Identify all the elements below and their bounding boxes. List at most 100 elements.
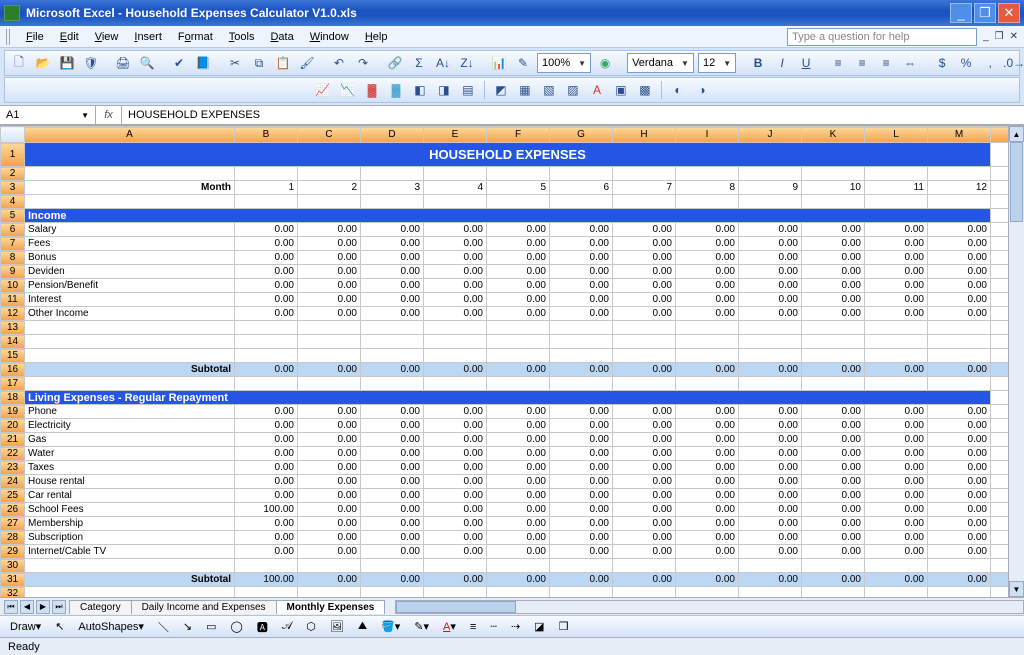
income-Bonus[interactable]: Bonus xyxy=(25,251,235,265)
copy-icon[interactable]: ⧉ xyxy=(249,53,269,73)
align-center-icon[interactable]: ≡ xyxy=(852,53,872,73)
row-header-17[interactable]: 17 xyxy=(1,377,25,391)
font-color-icon[interactable]: A▾ xyxy=(439,618,460,636)
income-val[interactable]: 0.00 xyxy=(676,265,739,279)
living1-subtotal-val[interactable]: 0.00 xyxy=(676,573,739,587)
living1-Membership[interactable]: Membership xyxy=(25,517,235,531)
income-val[interactable]: 0.00 xyxy=(613,293,676,307)
help-search-input[interactable]: Type a question for help xyxy=(787,28,977,46)
living1-val[interactable]: 0.00 xyxy=(235,545,298,559)
living1-val[interactable]: 0.00 xyxy=(487,475,550,489)
income-val[interactable]: 0.00 xyxy=(739,293,802,307)
cell[interactable] xyxy=(487,195,550,209)
income-val[interactable]: 0.00 xyxy=(424,237,487,251)
cell[interactable] xyxy=(739,349,802,363)
living1-val[interactable]: 0.00 xyxy=(487,517,550,531)
cell[interactable] xyxy=(739,377,802,391)
income-val[interactable]: 0.00 xyxy=(865,293,928,307)
cell[interactable] xyxy=(298,377,361,391)
living1-val[interactable]: 0.00 xyxy=(235,405,298,419)
living1-val[interactable]: 0.00 xyxy=(739,545,802,559)
living1-val[interactable]: 0.00 xyxy=(235,531,298,545)
income-val[interactable]: 0.00 xyxy=(550,265,613,279)
living1-val[interactable]: 0.00 xyxy=(865,475,928,489)
cell[interactable] xyxy=(676,377,739,391)
income-val[interactable]: 0.00 xyxy=(550,307,613,321)
chart-wizard-icon[interactable]: 📊 xyxy=(489,53,509,73)
living1-val[interactable]: 0.00 xyxy=(928,419,991,433)
cell[interactable] xyxy=(865,377,928,391)
income-val[interactable]: 0.00 xyxy=(298,307,361,321)
cell[interactable] xyxy=(361,335,424,349)
income-val[interactable]: 0.00 xyxy=(550,237,613,251)
income-val[interactable]: 0.00 xyxy=(550,251,613,265)
cell[interactable] xyxy=(865,349,928,363)
living1-subtotal-val[interactable]: 0.00 xyxy=(865,573,928,587)
income-Other Income[interactable]: Other Income xyxy=(25,307,235,321)
living1-subtotal-val[interactable]: 100.00 xyxy=(235,573,298,587)
row-header-10[interactable]: 10 xyxy=(1,279,25,293)
income-subtotal-val[interactable]: 0.00 xyxy=(802,363,865,377)
income-val[interactable]: 0.00 xyxy=(361,251,424,265)
living1-val[interactable]: 0.00 xyxy=(298,489,361,503)
cell[interactable] xyxy=(676,321,739,335)
cell[interactable] xyxy=(424,335,487,349)
living1-Subscription[interactable]: Subscription xyxy=(25,531,235,545)
menu-tools[interactable]: Tools xyxy=(221,29,263,45)
cell[interactable] xyxy=(235,195,298,209)
row-header-19[interactable]: 19 xyxy=(1,405,25,419)
living1-subtotal-val[interactable]: 0.00 xyxy=(298,573,361,587)
living1-val[interactable]: 0.00 xyxy=(928,531,991,545)
living1-val[interactable]: 0.00 xyxy=(487,461,550,475)
income-Fees[interactable]: Fees xyxy=(25,237,235,251)
cell[interactable] xyxy=(424,349,487,363)
chart-tb-icon-5[interactable]: ◧ xyxy=(410,80,430,100)
chart-tb-icon-2[interactable]: 📉 xyxy=(337,80,358,100)
living1-subtotal-val[interactable]: 0.00 xyxy=(928,573,991,587)
cell[interactable] xyxy=(361,377,424,391)
cell[interactable] xyxy=(298,559,361,573)
living1-subtotal-val[interactable]: 0.00 xyxy=(802,573,865,587)
cell[interactable] xyxy=(235,559,298,573)
row-header-20[interactable]: 20 xyxy=(1,419,25,433)
save-icon[interactable]: 💾 xyxy=(57,53,77,73)
income-val[interactable]: 0.00 xyxy=(298,251,361,265)
living1-val[interactable]: 0.00 xyxy=(739,489,802,503)
living1-val[interactable]: 0.00 xyxy=(676,503,739,517)
cell[interactable] xyxy=(613,195,676,209)
col-header-M[interactable]: M xyxy=(928,127,991,143)
doc-minimize-button[interactable]: _ xyxy=(983,31,989,42)
living1-val[interactable]: 0.00 xyxy=(865,531,928,545)
cell[interactable] xyxy=(298,349,361,363)
cell[interactable] xyxy=(361,195,424,209)
cell[interactable] xyxy=(928,559,991,573)
living1-val[interactable]: 0.00 xyxy=(739,461,802,475)
cell[interactable] xyxy=(676,349,739,363)
income-val[interactable]: 0.00 xyxy=(739,251,802,265)
cell[interactable] xyxy=(298,335,361,349)
row-header-7[interactable]: 7 xyxy=(1,237,25,251)
cell[interactable] xyxy=(487,167,550,181)
vertical-scrollbar[interactable]: ▲ ▼ xyxy=(1008,126,1024,597)
cell[interactable] xyxy=(487,559,550,573)
cell[interactable] xyxy=(739,195,802,209)
cell[interactable] xyxy=(676,587,739,598)
chart-tb-icon-10[interactable]: ▧ xyxy=(539,80,559,100)
living1-val[interactable]: 0.00 xyxy=(739,419,802,433)
increase-decimal-icon[interactable]: .0→ xyxy=(1004,53,1024,73)
income-val[interactable]: 0.00 xyxy=(487,237,550,251)
cell[interactable] xyxy=(928,167,991,181)
cell[interactable] xyxy=(550,349,613,363)
cell[interactable] xyxy=(235,587,298,598)
living1-Car rental[interactable]: Car rental xyxy=(25,489,235,503)
cell[interactable] xyxy=(613,321,676,335)
living1-House rental[interactable]: House rental xyxy=(25,475,235,489)
income-val[interactable]: 0.00 xyxy=(235,223,298,237)
income-val[interactable]: 0.00 xyxy=(361,293,424,307)
menu-format[interactable]: Format xyxy=(170,29,221,45)
living1-Phone[interactable]: Phone xyxy=(25,405,235,419)
dash-style-icon[interactable]: ┄ xyxy=(486,618,501,636)
living1-val[interactable]: 0.00 xyxy=(487,545,550,559)
cell[interactable] xyxy=(235,349,298,363)
chart-tb-icon-16[interactable]: ◑ xyxy=(692,80,712,100)
